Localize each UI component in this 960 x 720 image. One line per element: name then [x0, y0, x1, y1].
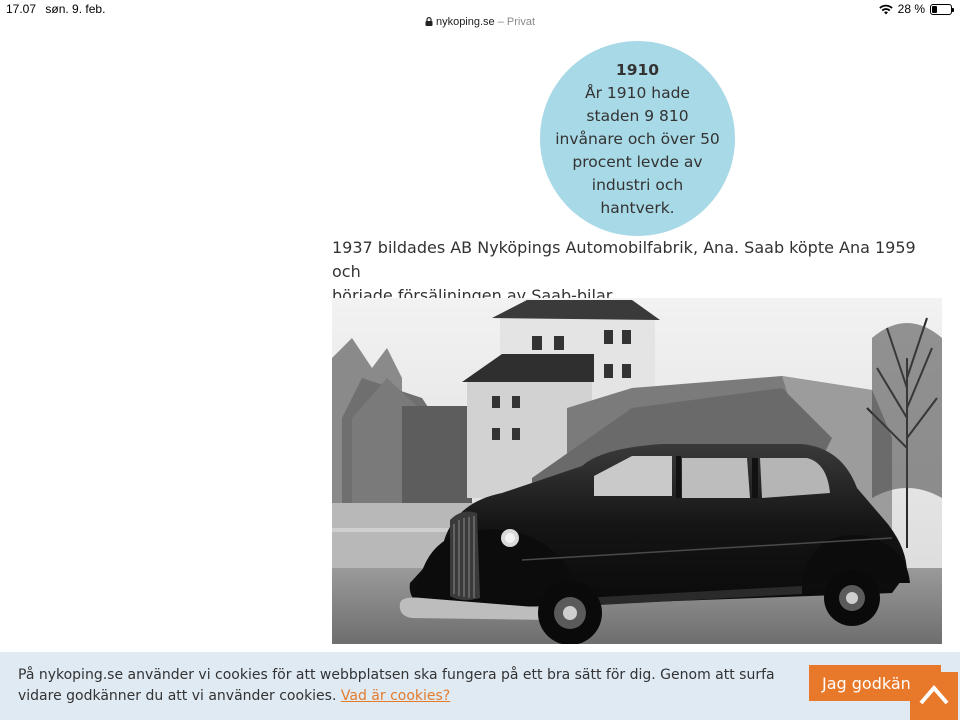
fact-circle: 1910 År 1910 hade staden 9 810 invånare … [540, 41, 735, 236]
fact-line: invånare och över 50 [555, 130, 720, 148]
cookie-text-line2: vidare godkänner du att vi använder cook… [18, 688, 341, 704]
cookie-text-line: På nykoping.se använder vi cookies för a… [18, 667, 775, 683]
article-line: 1937 bildades AB Nyköpings Automobilfabr… [332, 238, 916, 281]
url-mode: Privat [506, 16, 536, 28]
fact-line: industri och [591, 176, 684, 194]
historic-photo [332, 298, 942, 644]
battery-percent: 28 % [897, 2, 925, 16]
fact-year: 1910 [615, 61, 660, 79]
cookie-text: På nykoping.se använder vi cookies för a… [18, 665, 778, 707]
battery-fill [932, 5, 937, 13]
cookie-text-line: vidare godkänner du att vi använder cook… [18, 686, 778, 707]
scroll-top-button[interactable] [910, 672, 958, 720]
fact-line: staden 9 810 [586, 107, 689, 125]
fact-line: År 1910 hade [585, 84, 690, 102]
battery-icon [930, 3, 954, 15]
lock-icon [425, 17, 433, 26]
url-separator: – [494, 16, 507, 28]
url-domain: nykoping.se [435, 16, 495, 28]
status-left: 17.07 søn. 9. feb. [6, 2, 111, 16]
cookie-info-link[interactable]: Vad är cookies? [341, 688, 450, 704]
castle-car-image [332, 298, 942, 644]
url-bar[interactable]: nykoping.se – Privat [0, 16, 960, 34]
chevron-up-icon [919, 684, 949, 705]
status-date: søn. 9. feb. [45, 2, 106, 16]
fact-line: procent levde av [572, 153, 703, 171]
fact-line: hantverk. [600, 199, 675, 217]
wifi-icon [878, 4, 893, 14]
status-right: 28 % [878, 2, 954, 16]
status-time: 17.07 [6, 2, 37, 16]
